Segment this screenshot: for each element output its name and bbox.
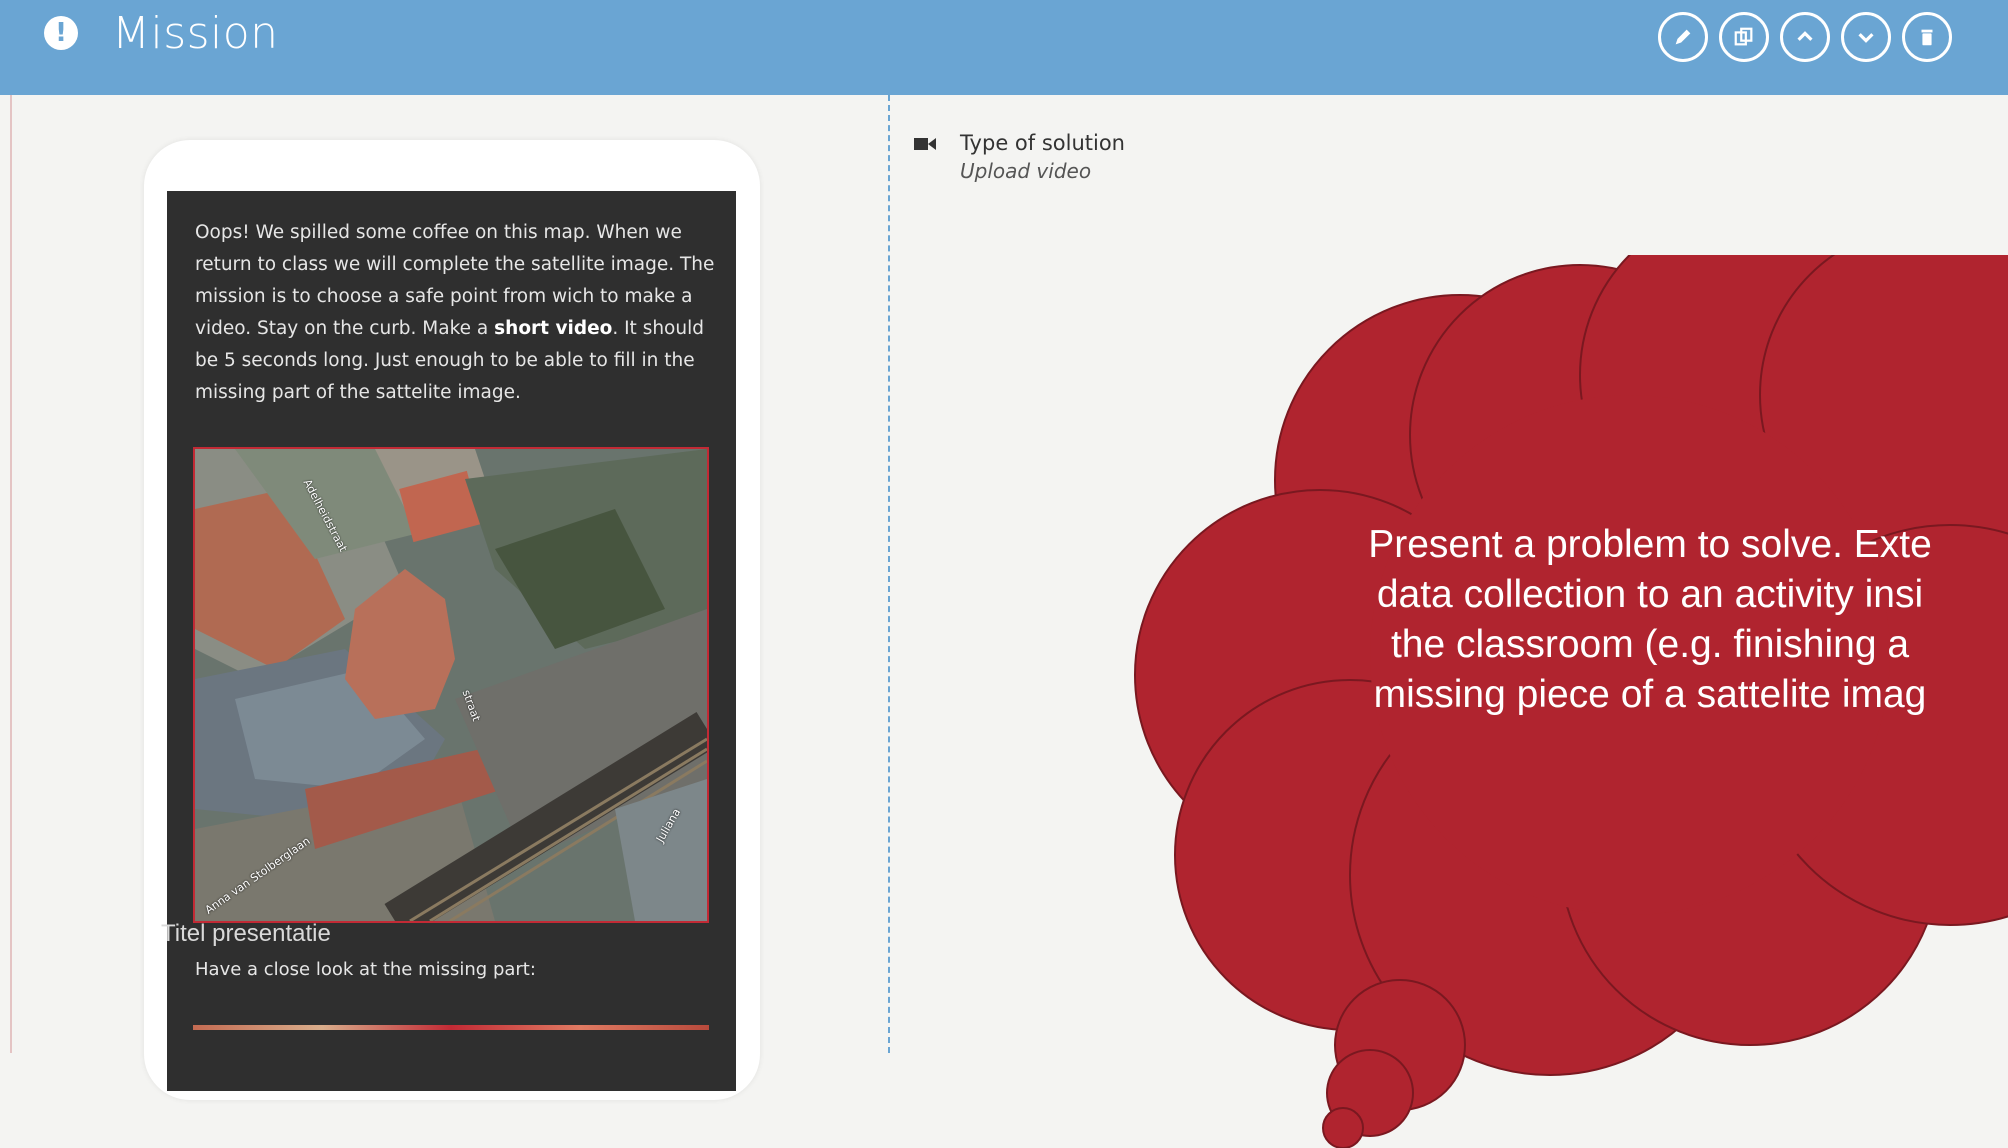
chevron-down-icon — [1858, 33, 1874, 43]
callout-line: Present a problem to solve. Exte — [1368, 523, 1932, 566]
left-border — [10, 95, 12, 1053]
callout-line: missing piece of a sattelite imag — [1373, 673, 1927, 716]
video-camera-icon — [914, 138, 936, 150]
solution-type-label: Type of solution — [960, 131, 1125, 155]
delete-button[interactable] — [1902, 12, 1952, 62]
column-divider — [888, 95, 890, 1053]
trash-icon — [1921, 29, 1933, 46]
move-down-button[interactable] — [1841, 12, 1891, 62]
move-up-button[interactable] — [1780, 12, 1830, 62]
callout-line: data collection to an activity insi — [1376, 573, 1924, 616]
missing-part-preview — [193, 1025, 709, 1030]
presentation-title: Titel presentatie — [161, 920, 331, 947]
mission-description: Oops! We spilled some coffee on this map… — [195, 217, 715, 409]
satellite-map: Adelheidstraat straat Anna van Stolbergl… — [193, 447, 709, 923]
chevron-up-icon — [1797, 31, 1813, 41]
satellite-image — [195, 449, 707, 921]
alert-icon: ! — [44, 16, 78, 50]
page-title: Mission — [112, 8, 279, 59]
mission-body: Oops! We spilled some coffee on this map… — [0, 95, 2008, 1148]
copy-icon — [1734, 27, 1753, 46]
solution-type-value: Upload video — [960, 159, 1092, 183]
mission-header: ! Mission — [0, 0, 2008, 95]
duplicate-button[interactable] — [1719, 12, 1769, 62]
missing-part-label: Have a close look at the missing part: — [195, 959, 536, 980]
edit-button[interactable] — [1658, 12, 1708, 62]
description-emphasis: short video — [494, 318, 613, 339]
pencil-icon — [1675, 29, 1691, 45]
callout-text: Present a problem to solve. Exte data co… — [1250, 520, 2008, 720]
callout-line: the classroom (e.g. finishing a — [1390, 623, 1910, 666]
phone-screen: Oops! We spilled some coffee on this map… — [167, 191, 736, 1091]
